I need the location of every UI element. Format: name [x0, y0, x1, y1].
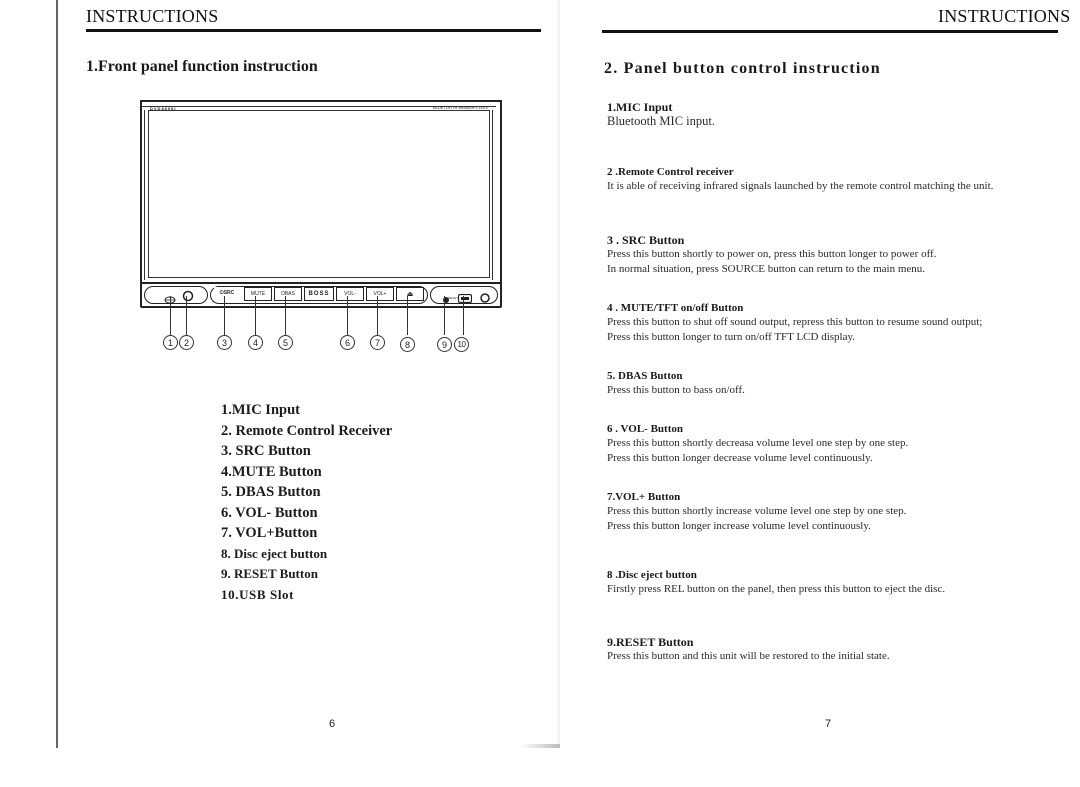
boss-logo: BOSS	[304, 287, 334, 301]
leader-line-8	[407, 296, 408, 335]
item-text: In normal situation, press SOURCE button…	[607, 263, 926, 275]
leader-line-6	[347, 296, 348, 335]
legend-item: 8. Disc eject button	[221, 545, 328, 561]
leader-line-1	[170, 296, 171, 335]
item-title: 1.MIC Input	[607, 100, 673, 114]
callout-1: 1	[163, 335, 178, 350]
page-number-left: 6	[329, 718, 336, 730]
item-title: 9.RESET Button	[607, 635, 694, 649]
device-bezel-left	[144, 110, 145, 280]
legend-item: 2. Remote Control Receiver	[221, 422, 393, 439]
item-text: Press this button longer to turn on/off …	[607, 331, 856, 343]
legend-item: 7. VOL+Button	[221, 525, 318, 541]
legend-item: 9. RESET Button	[221, 566, 318, 581]
vol-minus-button[interactable]: VOL-	[336, 287, 364, 301]
item-text: Firstly press REL button on the panel, t…	[607, 583, 946, 595]
item-title: 5. DBAS Button	[607, 370, 683, 382]
eject-button[interactable]: ⏏	[396, 287, 424, 301]
item-title: 3 . SRC Button	[607, 233, 685, 247]
instruction-item-eject: 8 .Disc eject button Firstly press REL b…	[607, 569, 1077, 597]
item-text: Press this button to shut off sound outp…	[607, 316, 983, 328]
page-number-right: 7	[825, 718, 832, 730]
instruction-item-src: 3 . SRC Button Press this button shortly…	[607, 234, 1077, 277]
instruction-item-vol-minus: 6 . VOL- Button Press this button shortl…	[607, 423, 1077, 466]
item-text: Press this button shortly increase volum…	[607, 505, 907, 517]
usb-slot-icon[interactable]	[457, 288, 473, 307]
leader-line-5	[285, 296, 286, 335]
item-text: Press this button and this unit will be …	[607, 650, 890, 662]
callout-10: 10	[454, 337, 469, 352]
page-edge	[56, 0, 58, 748]
item-text: Bluetooth MIC input.	[607, 114, 715, 128]
leader-line-10	[463, 296, 464, 335]
leader-line-4	[255, 296, 256, 335]
leader-line-3	[224, 296, 225, 335]
item-title: 8 .Disc eject button	[607, 569, 697, 581]
item-text: Press this button to bass on/off.	[607, 384, 745, 396]
header-rule-left	[86, 29, 541, 32]
mic-ir-pod	[144, 286, 208, 304]
front-panel-diagram: DVD8808I BLUETOOTH WMA/MP3 DIVX ⏻SRC MUT…	[140, 96, 502, 371]
knob-icon	[480, 288, 490, 307]
item-text: It is able of receiving infrared signals…	[607, 180, 994, 192]
callout-8: 8	[400, 337, 415, 352]
device-top-bar: DVD8808I BLUETOOTH WMA/MP3 DIVX	[142, 102, 496, 111]
left-page: INSTRUCTIONS 1.Front panel function inst…	[0, 0, 560, 748]
section-title-panel-buttons: 2. Panel button control instruction	[604, 60, 881, 77]
legend-item: 3. SRC Button	[221, 443, 311, 459]
item-text: Press this button shortly to power on, p…	[607, 248, 937, 260]
item-text: Press this button longer decrease volume…	[607, 452, 873, 464]
item-title: 4 . MUTE/TFT on/off Button	[607, 302, 744, 314]
item-text: Press this button shortly decreasa volum…	[607, 437, 909, 449]
page-header-right: INSTRUCTIONS	[938, 6, 1071, 26]
component-legend: 1.MIC Input 2. Remote Control Receiver 3…	[221, 400, 392, 605]
vol-plus-button[interactable]: VOL+	[366, 287, 394, 301]
legend-item: 4.MUTE Button	[221, 463, 322, 480]
item-text: Press this button longer increase volume…	[607, 520, 871, 532]
ir-receiver-icon	[182, 287, 194, 306]
mute-button[interactable]: MUTE	[244, 287, 272, 301]
callout-7: 7	[370, 335, 385, 350]
instruction-item-dbas: 5. DBAS Button Press this button to bass…	[607, 370, 1077, 398]
callout-2: 2	[179, 335, 194, 350]
device-control-panel: ⏻SRC MUTE DBAS BOSS VOL- VOL+ ⏏ RESET	[140, 282, 502, 308]
dbas-button[interactable]: DBAS	[274, 287, 302, 301]
section-title-front-panel: 1.Front panel function instruction	[86, 58, 318, 75]
leader-line-2	[186, 296, 187, 335]
callout-9: 9	[437, 337, 452, 352]
callout-6: 6	[340, 335, 355, 350]
item-title: 7.VOL+ Button	[607, 491, 681, 503]
instruction-item-mute: 4 . MUTE/TFT on/off Button Press this bu…	[607, 302, 1077, 345]
legend-item: 5. DBAS Button	[221, 484, 321, 500]
callout-4: 4	[248, 335, 263, 350]
leader-line-9	[444, 296, 445, 335]
device-bezel-right	[492, 110, 493, 280]
item-title: 6 . VOL- Button	[607, 423, 683, 435]
instruction-item-mic: 1.MIC Input Bluetooth MIC input.	[607, 101, 1077, 129]
leader-line-7	[377, 296, 378, 335]
instruction-item-reset: 9.RESET Button Press this button and thi…	[607, 636, 1077, 664]
header-rule-right	[602, 30, 1058, 33]
instruction-item-remote: 2 .Remote Control receiver It is able of…	[607, 166, 1077, 194]
callout-3: 3	[217, 335, 232, 350]
src-button[interactable]: ⏻SRC	[214, 287, 240, 299]
legend-item: 10.USB Slot	[221, 586, 295, 602]
legend-item: 6. VOL- Button	[221, 504, 318, 521]
callout-5: 5	[278, 335, 293, 350]
page-header-left: INSTRUCTIONS	[86, 6, 219, 26]
legend-item: 1.MIC Input	[221, 402, 300, 418]
device-screen	[148, 110, 490, 278]
item-title: 2 .Remote Control receiver	[607, 166, 734, 178]
instruction-item-vol-plus: 7.VOL+ Button Press this button shortly …	[607, 491, 1077, 534]
reset-label: RESET	[448, 296, 459, 300]
